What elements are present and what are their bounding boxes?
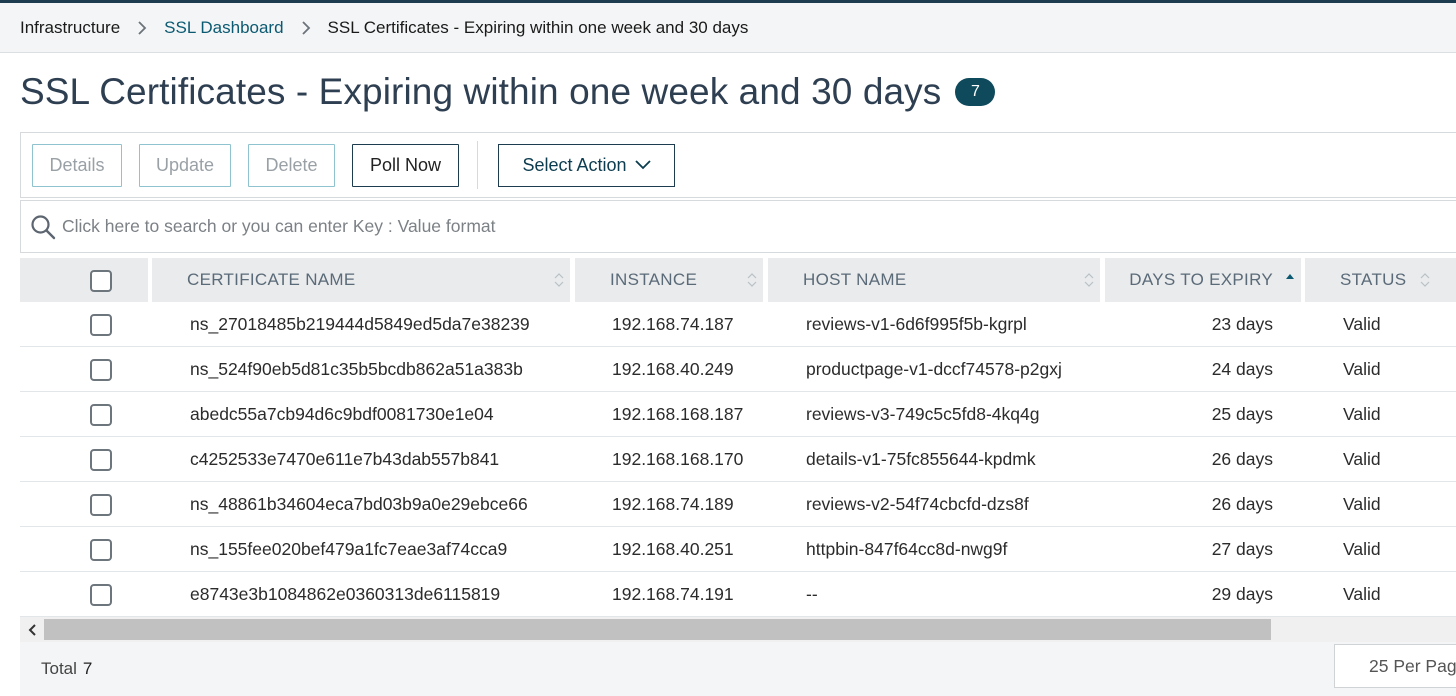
details-button[interactable]: Details (32, 143, 122, 187)
cell-instance: 192.168.40.251 (612, 538, 734, 559)
sort-icon (554, 273, 564, 287)
total-value: 7 (82, 659, 93, 678)
row-checkbox[interactable] (90, 404, 112, 426)
cell-host-name: details-v1-75fc855644-kpdmk (806, 448, 1036, 469)
scroll-left-button[interactable] (20, 617, 44, 642)
table-row[interactable]: ns_155fee020bef479a1fc7eae3af74cca9 192.… (20, 527, 1456, 572)
column-header-instance[interactable]: INSTANCE (575, 258, 763, 302)
row-checkbox[interactable] (90, 314, 112, 336)
toolbar-divider (477, 141, 478, 189)
table-row[interactable]: e8743e3b1084862e0360313de6115819 192.168… (20, 572, 1456, 617)
cell-days-to-expiry: 27 days (1211, 538, 1273, 559)
column-label: CERTIFICATE NAME (187, 270, 356, 289)
cell-host-name: reviews-v3-749c5c5fd8-4kq4g (806, 403, 1040, 424)
cell-host-name: reviews-v2-54f74cbcfd-dzs8f (806, 493, 1029, 514)
cell-certificate-name: ns_155fee020bef479a1fc7eae3af74cca9 (190, 538, 508, 559)
cell-instance: 192.168.74.191 (612, 583, 734, 604)
table-header: CERTIFICATE NAME INSTANCE HOST NAME DAYS… (20, 258, 1456, 302)
cell-days-to-expiry: 25 days (1211, 403, 1273, 424)
column-label: STATUS (1340, 270, 1407, 289)
row-checkbox[interactable] (90, 359, 112, 381)
cell-status: Valid (1343, 313, 1381, 334)
per-page-label: 25 Per Page (1369, 655, 1456, 676)
cell-status: Valid (1343, 448, 1381, 469)
breadcrumb-item-infrastructure[interactable]: Infrastructure (20, 18, 120, 38)
breadcrumb-item-ssl-dashboard[interactable]: SSL Dashboard (164, 18, 283, 38)
chevron-right-icon (120, 20, 164, 36)
chevron-left-icon (28, 623, 36, 636)
search-icon (31, 214, 56, 239)
row-checkbox[interactable] (90, 494, 112, 516)
cell-days-to-expiry: 29 days (1211, 583, 1273, 604)
per-page-select[interactable]: 25 Per Page (1334, 644, 1456, 688)
select-all-checkbox[interactable] (90, 270, 112, 292)
cell-days-to-expiry: 23 days (1211, 313, 1273, 334)
cell-days-to-expiry: 24 days (1211, 358, 1273, 379)
cell-certificate-name: ns_27018485b219444d5849ed5da7e38239 (190, 313, 530, 334)
toolbar: Details Update Delete Poll Now Select Ac… (20, 132, 1456, 198)
horizontal-scrollbar[interactable] (20, 617, 1456, 642)
page-title: SSL Certificates - Expiring within one w… (20, 71, 942, 112)
cell-days-to-expiry: 26 days (1211, 493, 1273, 514)
row-checkbox[interactable] (90, 584, 112, 606)
table-footer: Total 7 25 Per Page (20, 642, 1456, 696)
cell-instance: 192.168.168.170 (612, 448, 744, 469)
cell-host-name: productpage-v1-dccf74578-p2gxj (806, 358, 1062, 379)
scrollbar-thumb[interactable] (44, 619, 1271, 640)
select-action-label: Select Action (522, 154, 627, 175)
breadcrumb: Infrastructure SSL Dashboard SSL Certifi… (0, 3, 1456, 53)
cell-certificate-name: ns_524f90eb5d81c35b5bcdb862a51a383b (190, 358, 523, 379)
search-bar (20, 200, 1456, 253)
sort-icon (1084, 273, 1094, 287)
count-badge: 7 (955, 78, 996, 106)
table-row[interactable]: abedc55a7cb94d6c9bdf0081730e1e04 192.168… (20, 392, 1456, 437)
cell-certificate-name: ns_48861b34604eca7bd03b9a0e29ebce66 (190, 493, 528, 514)
title-row: SSL Certificates - Expiring within one w… (20, 70, 996, 114)
table-row[interactable]: c4252533e7470e611e7b43dab557b841 192.168… (20, 437, 1456, 482)
cell-certificate-name: abedc55a7cb94d6c9bdf0081730e1e04 (190, 403, 494, 424)
column-header-days-to-expiry[interactable]: DAYS TO EXPIRY (1105, 258, 1301, 302)
table-row[interactable]: ns_48861b34604eca7bd03b9a0e29ebce66 192.… (20, 482, 1456, 527)
update-button[interactable]: Update (139, 143, 231, 187)
breadcrumb-item-current: SSL Certificates - Expiring within one w… (327, 17, 749, 37)
chevron-down-icon (634, 160, 651, 170)
sort-icon (747, 273, 757, 287)
cell-host-name: -- (806, 583, 818, 604)
cell-certificate-name: e8743e3b1084862e0360313de6115819 (190, 583, 501, 604)
column-header-status[interactable]: STATUS (1305, 258, 1456, 302)
header-select-cell (20, 258, 148, 302)
column-label: INSTANCE (610, 270, 698, 289)
cell-status: Valid (1343, 493, 1381, 514)
row-checkbox[interactable] (90, 539, 112, 561)
search-input[interactable] (62, 216, 1442, 237)
cell-host-name: httpbin-847f64cc8d-nwg9f (806, 538, 1008, 559)
total-count: Total 7 (41, 659, 92, 679)
chevron-right-icon (284, 20, 328, 36)
cell-instance: 192.168.40.249 (612, 358, 734, 379)
sort-icon (1420, 273, 1430, 287)
cell-status: Valid (1343, 403, 1381, 424)
column-header-host-name[interactable]: HOST NAME (768, 258, 1100, 302)
delete-button[interactable]: Delete (248, 143, 335, 187)
cell-days-to-expiry: 26 days (1211, 448, 1273, 469)
cell-host-name: reviews-v1-6d6f995f5b-kgrpl (806, 313, 1027, 334)
cell-status: Valid (1343, 583, 1381, 604)
cell-instance: 192.168.74.187 (612, 313, 734, 334)
cell-instance: 192.168.168.187 (612, 403, 744, 424)
row-checkbox[interactable] (90, 449, 112, 471)
poll-now-button[interactable]: Poll Now (352, 143, 459, 187)
cell-status: Valid (1343, 358, 1381, 379)
column-header-certificate-name[interactable]: CERTIFICATE NAME (152, 258, 570, 302)
total-label: Total (41, 659, 77, 678)
table-row[interactable]: ns_27018485b219444d5849ed5da7e38239 192.… (20, 302, 1456, 347)
sort-ascending-icon (1286, 274, 1294, 279)
column-label: DAYS TO EXPIRY (1129, 270, 1273, 289)
cell-certificate-name: c4252533e7470e611e7b43dab557b841 (190, 448, 500, 469)
column-label: HOST NAME (803, 270, 907, 289)
table-row[interactable]: ns_524f90eb5d81c35b5bcdb862a51a383b 192.… (20, 347, 1456, 392)
cell-instance: 192.168.74.189 (612, 493, 734, 514)
select-action-dropdown[interactable]: Select Action (498, 143, 675, 187)
cell-status: Valid (1343, 538, 1381, 559)
